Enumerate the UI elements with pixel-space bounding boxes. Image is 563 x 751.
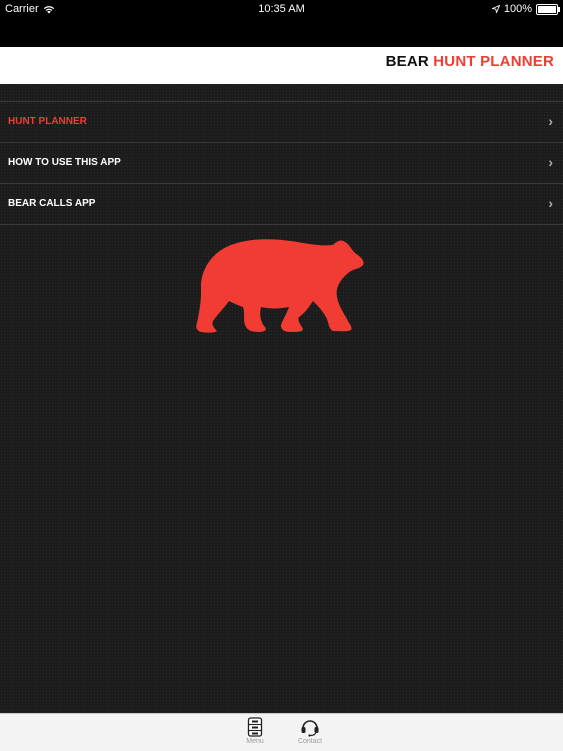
- nav-bar: BEAR HUNT PLANNER: [0, 47, 563, 85]
- title-part-bear: BEAR: [385, 53, 429, 70]
- menu-item-label: BEAR CALLS APP: [8, 198, 96, 209]
- title-part-hunt-planner: HUNT PLANNER: [433, 53, 554, 70]
- tab-menu[interactable]: Menu: [230, 717, 280, 745]
- menu-list: HUNT PLANNER › HOW TO USE THIS APP › BEA…: [0, 101, 563, 225]
- headset-icon: [301, 720, 319, 737]
- tab-label: Contact: [297, 738, 323, 745]
- chevron-right-icon: ›: [548, 113, 553, 129]
- tab-bar: Menu Contact: [0, 713, 563, 751]
- bear-silhouette-icon: [196, 239, 364, 333]
- tab-contact[interactable]: Contact: [285, 717, 335, 745]
- main-content: HUNT PLANNER › HOW TO USE THIS APP › BEA…: [0, 84, 563, 713]
- status-right: 100%: [491, 3, 560, 15]
- menu-item-label: HUNT PLANNER: [8, 116, 87, 127]
- tab-label: Menu: [246, 738, 264, 745]
- battery-percent: 100%: [503, 3, 532, 15]
- battery-icon: [536, 3, 560, 15]
- menu-drawer-icon: [247, 717, 263, 737]
- location-arrow-icon: [491, 5, 500, 13]
- menu-item-bear-calls-app[interactable]: BEAR CALLS APP ›: [0, 184, 563, 225]
- page-title: BEAR HUNT PLANNER: [386, 53, 554, 70]
- status-bar: Carrier 10:35 AM 100%: [0, 0, 563, 47]
- menu-item-hunt-planner[interactable]: HUNT PLANNER ›: [0, 102, 563, 143]
- chevron-right-icon: ›: [548, 195, 553, 211]
- menu-item-how-to-use[interactable]: HOW TO USE THIS APP ›: [0, 143, 563, 184]
- status-time: 10:35 AM: [258, 3, 305, 15]
- chevron-right-icon: ›: [548, 154, 553, 170]
- menu-item-label: HOW TO USE THIS APP: [8, 157, 121, 168]
